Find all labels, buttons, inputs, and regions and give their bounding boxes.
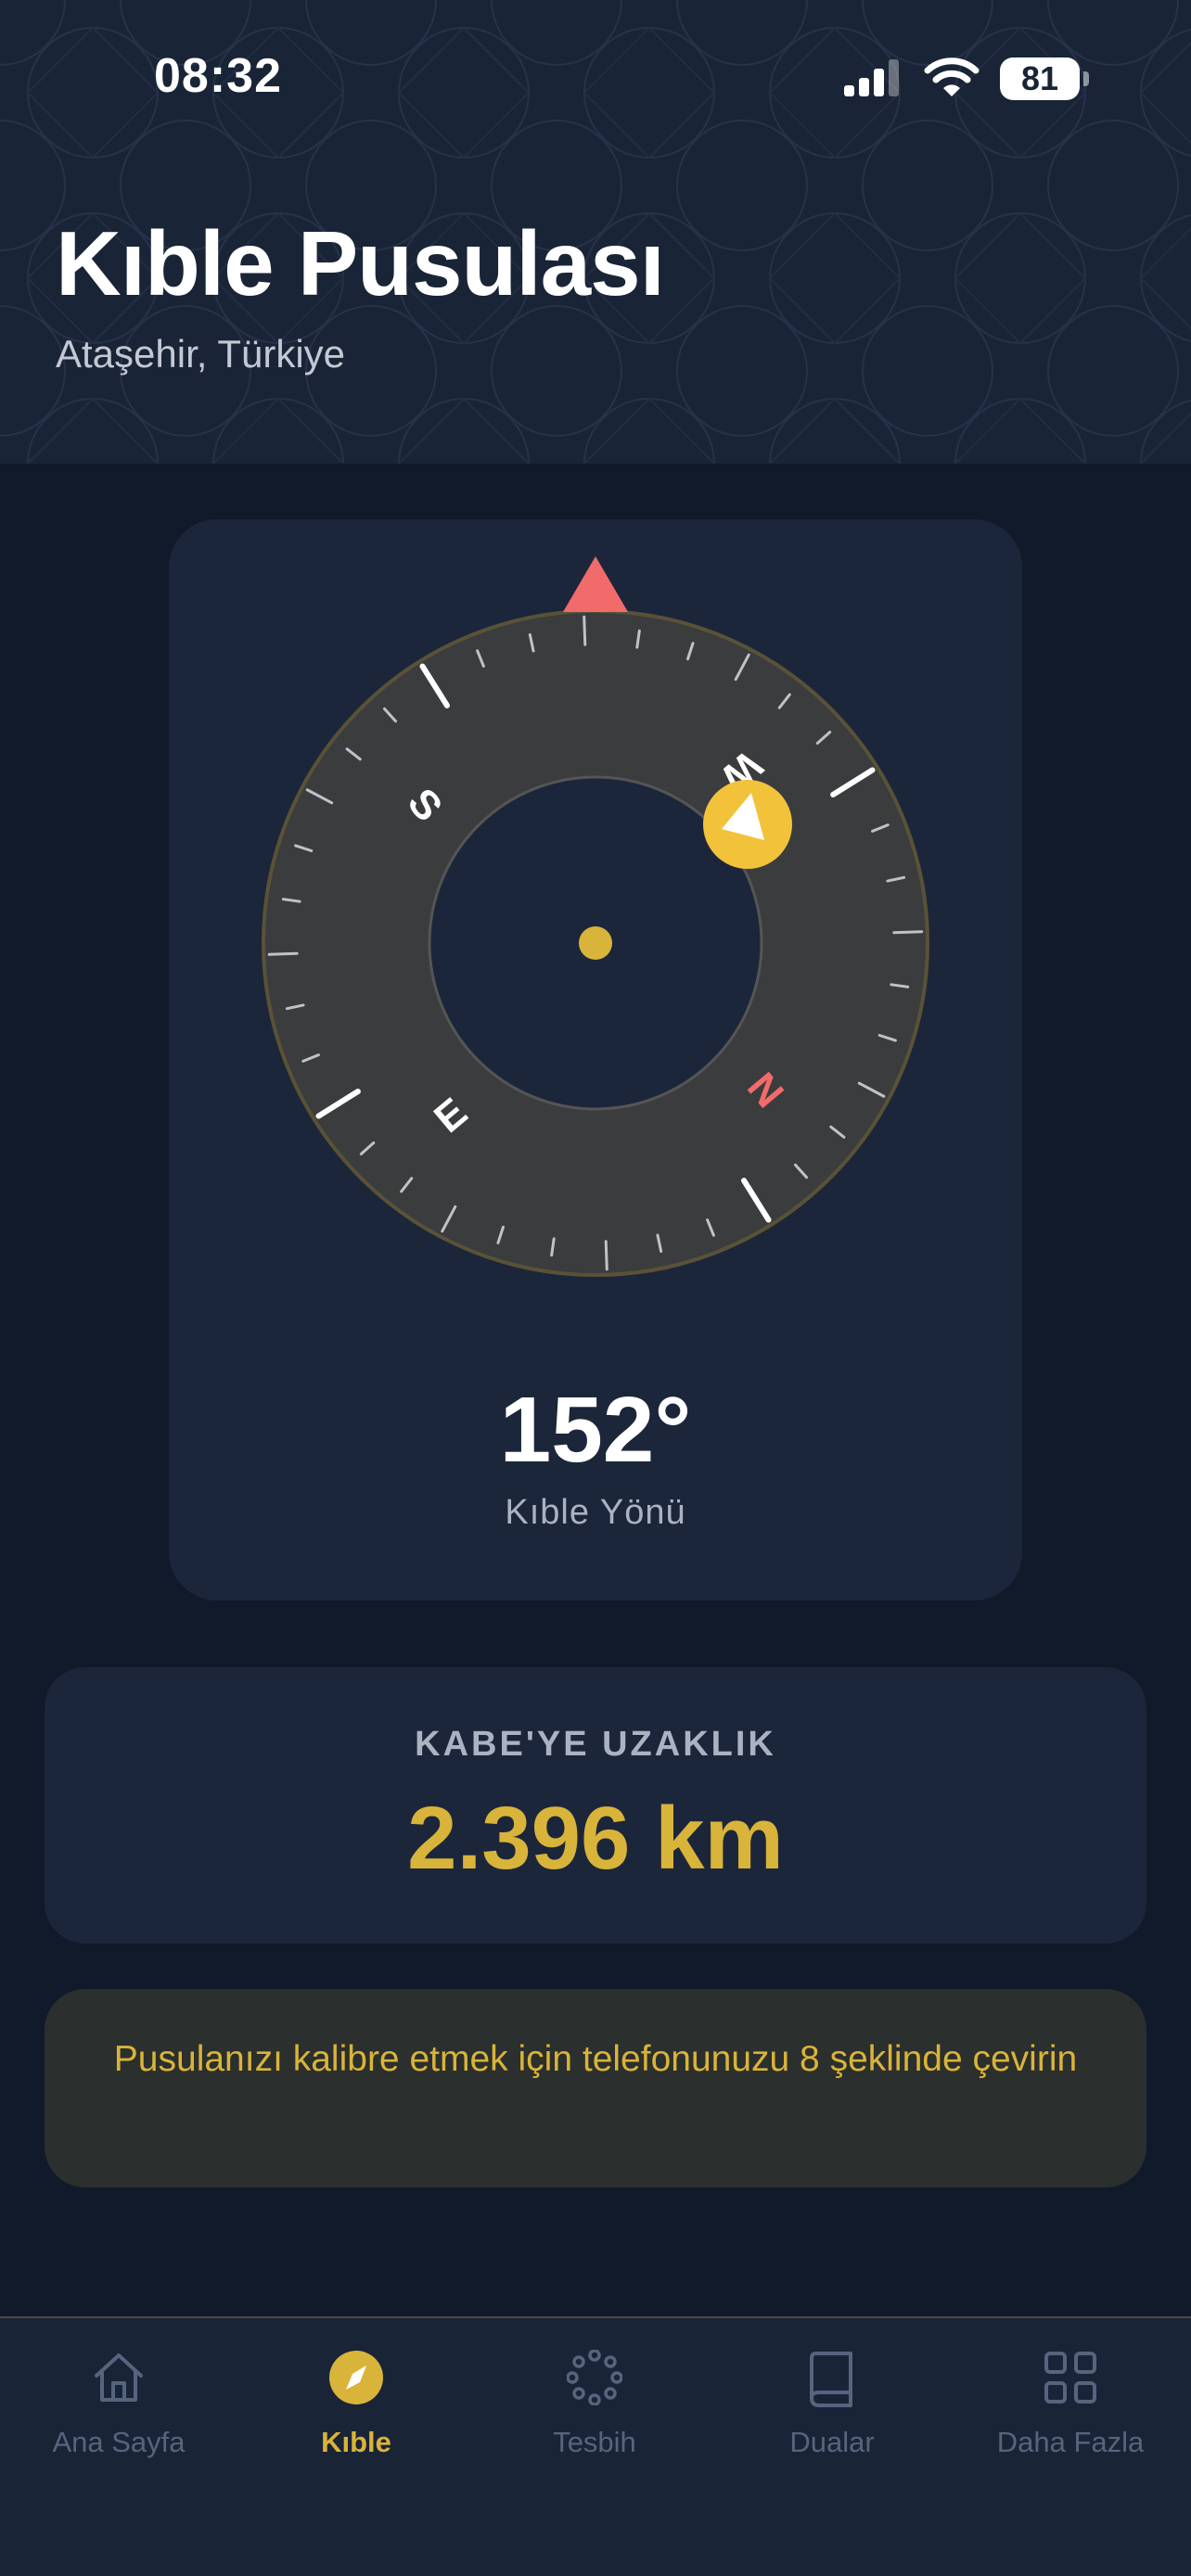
book-icon xyxy=(810,2352,852,2407)
tab-more[interactable]: Daha Fazla xyxy=(952,2318,1189,2504)
tab-qibla[interactable]: Kıble xyxy=(237,2318,475,2504)
home-icon xyxy=(95,2353,143,2402)
tab-home[interactable]: Ana Sayfa xyxy=(0,2318,237,2504)
prayer-beads-icon xyxy=(567,2350,622,2405)
calibration-message: Pusulanızı kalibre etmek için telefonunu… xyxy=(113,2039,1078,2079)
calibration-card: Pusulanızı kalibre etmek için telefonunu… xyxy=(45,1989,1146,2187)
tab-prayers-label: Dualar xyxy=(789,2426,875,2458)
tab-tesbih-label: Tesbih xyxy=(553,2426,636,2458)
compass-icon xyxy=(329,2351,383,2404)
tab-prayers[interactable]: Dualar xyxy=(713,2318,951,2504)
tab-bar: Ana Sayfa Kıble Tesbih Dualar Daha Fazla xyxy=(0,2316,1191,2576)
kaaba-direction-icon xyxy=(703,780,792,869)
tab-qibla-label: Kıble xyxy=(321,2426,391,2458)
tab-tesbih[interactable]: Tesbih xyxy=(476,2318,713,2504)
tab-home-label: Ana Sayfa xyxy=(52,2426,186,2458)
grid-icon xyxy=(1044,2352,1096,2404)
distance-value: 2.396 km xyxy=(407,1789,784,1888)
compass-tick xyxy=(892,930,924,935)
qibla-heading-value: 152° xyxy=(499,1378,692,1482)
compass-tick xyxy=(267,951,299,956)
tab-more-label: Daha Fazla xyxy=(996,2426,1145,2458)
distance-card: KABE'YE UZAKLIK 2.396 km xyxy=(45,1667,1146,1944)
distance-label: KABE'YE UZAKLIK xyxy=(415,1725,776,1764)
compass: N E S W xyxy=(262,556,929,1277)
compass-center-dot xyxy=(579,926,612,960)
compass-tick xyxy=(583,615,587,646)
north-pointer-icon xyxy=(563,556,628,612)
qibla-heading-label: Kıble Yönü xyxy=(505,1493,686,1532)
compass-tick xyxy=(604,1240,608,1271)
